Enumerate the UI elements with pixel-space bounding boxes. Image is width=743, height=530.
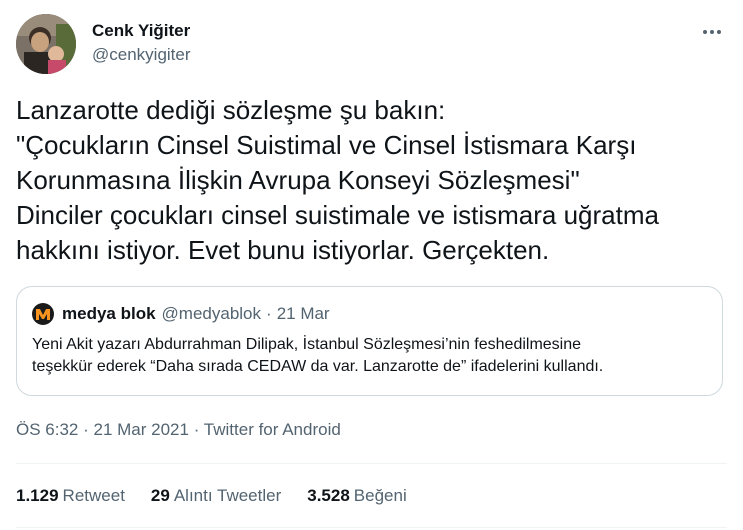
- tweet-date: 21 Mar 2021: [93, 420, 189, 439]
- author-block: Cenk Yiğiter @cenkyigiter: [92, 20, 191, 67]
- author-name[interactable]: Cenk Yiğiter: [92, 20, 191, 42]
- quoted-tweet-text: Yeni Akit yazarı Abdurrahman Dilipak, İs…: [32, 334, 712, 378]
- quotes-stat[interactable]: 29 Alıntı Tweetler: [151, 486, 281, 506]
- quoted-date: 21 Mar: [276, 304, 330, 323]
- tweet-text-line: "Çocukların Cinsel Suistimal ve Cinsel İ…: [16, 130, 637, 160]
- likes-label: Beğeni: [353, 486, 407, 505]
- more-horizontal-icon-dot: [710, 30, 714, 34]
- tweet-time-link[interactable]: ÖS 6:32 · 21 Mar 2021: [16, 420, 189, 439]
- medya-blok-logo-glyph: [36, 309, 50, 320]
- tweet-text-line: hakkını istiyor. Evet bunu istiyorlar. G…: [16, 235, 550, 265]
- retweets-stat[interactable]: 1.129 Retweet: [16, 486, 125, 506]
- tweet-source-link[interactable]: Twitter for Android: [204, 420, 341, 439]
- divider: [16, 463, 727, 464]
- quoted-separator: ·: [266, 304, 272, 323]
- more-horizontal-icon: [703, 30, 707, 34]
- quoted-tweet-header: medya blok @medyablok · 21 Mar: [32, 303, 330, 325]
- author-handle[interactable]: @cenkyigiter: [92, 43, 191, 67]
- quoted-text-line: teşekkür ederek “Daha sırada CEDAW da va…: [32, 358, 604, 375]
- retweets-count: 1.129: [16, 486, 59, 505]
- more-horizontal-icon-dot: [717, 30, 721, 34]
- likes-count: 3.528: [307, 486, 350, 505]
- quoted-text-line: Yeni Akit yazarı Abdurrahman Dilipak, İs…: [32, 336, 582, 353]
- tweet: Cenk Yiğiter @cenkyigiter Lanzarotte ded…: [0, 0, 743, 530]
- meta-separator: ·: [193, 420, 200, 439]
- tweet-text-line: Lanzarotte dediği sözleşme şu bakın:: [16, 95, 446, 125]
- quoted-author-name: medya blok: [62, 304, 156, 323]
- avatar[interactable]: [16, 14, 76, 74]
- meta-separator: ·: [83, 420, 89, 439]
- quotes-label: Alıntı Tweetler: [173, 486, 282, 505]
- likes-stat[interactable]: 3.528 Beğeni: [307, 486, 406, 506]
- retweets-label: Retweet: [62, 486, 125, 505]
- more-options-button[interactable]: [697, 22, 727, 42]
- quoted-tweet[interactable]: medya blok @medyablok · 21 Mar Yeni Akit…: [16, 286, 723, 396]
- tweet-text-line: Korunmasına İlişkin Avrupa Konseyi Sözle…: [16, 165, 580, 195]
- tweet-text: Lanzarotte dediği sözleşme şu bakın: "Ço…: [16, 93, 728, 268]
- tweet-stats: 1.129 Retweet 29 Alıntı Tweetler 3.528 Beğe…: [16, 486, 407, 506]
- tweet-meta: ÖS 6:32 · 21 Mar 2021 · Twitter for Andr…: [16, 420, 341, 440]
- avatar-photo: [16, 14, 76, 74]
- medya-blok-logo: [32, 303, 54, 325]
- tweet-time: ÖS 6:32: [16, 420, 79, 439]
- quoted-author-handle: @medyablok: [161, 304, 262, 323]
- tweet-text-line: Dinciler çocukları cinsel suistimale ve …: [16, 200, 659, 230]
- divider: [16, 527, 727, 528]
- quotes-count: 29: [150, 486, 170, 505]
